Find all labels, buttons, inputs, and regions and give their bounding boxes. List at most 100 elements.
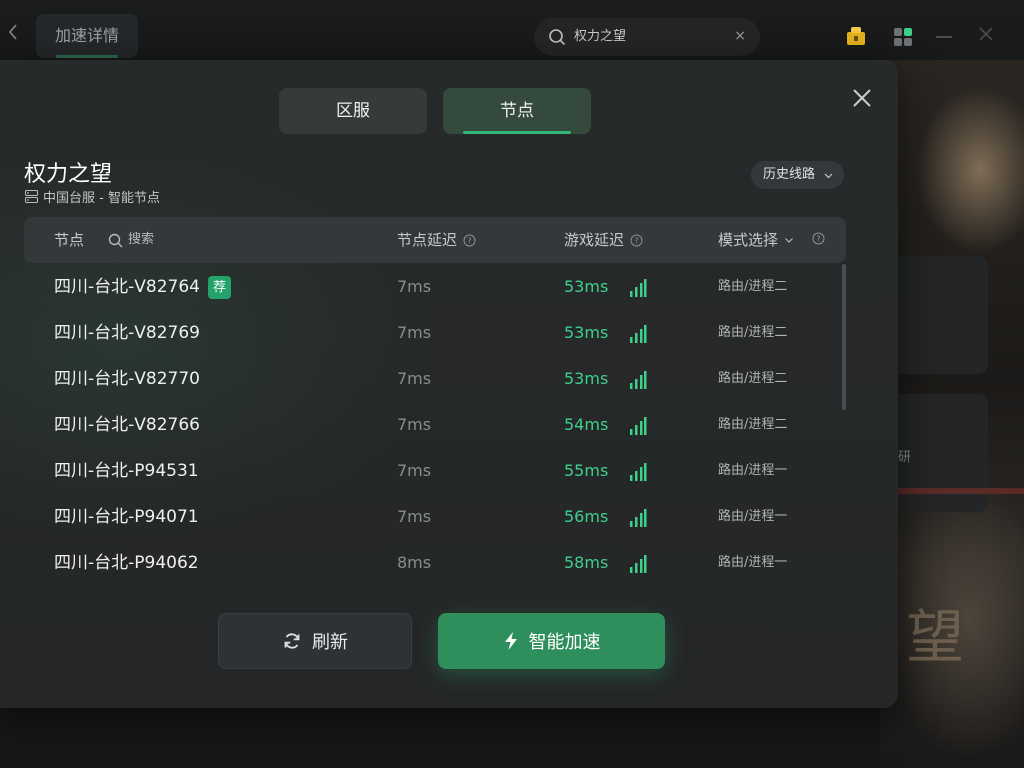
search-input[interactable]: 权力之望 × — [534, 18, 760, 56]
game-delay: 53ms — [564, 277, 609, 296]
clear-icon[interactable]: × — [734, 27, 746, 45]
game-title: 权力之望 — [24, 162, 113, 187]
tab-region-server[interactable]: 区服 — [279, 88, 427, 134]
node-delay: 8ms — [397, 553, 432, 572]
history-route-button[interactable]: 历史线路 — [751, 161, 844, 189]
back-button[interactable] — [6, 22, 22, 42]
close-icon[interactable] — [978, 26, 994, 42]
node-table-header: 节点 搜索 节点延迟 ? 游戏延迟 ? 模式选择 ? — [24, 217, 846, 263]
game-delay: 58ms — [564, 553, 609, 572]
node-name-cell: 四川-台北-V82769 — [54, 310, 200, 356]
node-name-cell: 四川-台北-P94531 — [54, 448, 199, 494]
node-name: 四川-台北-P94062 — [54, 553, 199, 573]
signal-icon — [630, 371, 647, 389]
node-list-scrollbar[interactable] — [842, 264, 846, 410]
smart-boost-label: 智能加速 — [528, 632, 601, 653]
header-game-delay-label: 游戏延迟 — [564, 231, 625, 249]
header-mode-label: 模式选择 — [718, 231, 779, 249]
minimize-icon[interactable] — [936, 36, 952, 38]
node-search-placeholder: 搜索 — [128, 232, 155, 247]
lightning-icon — [504, 632, 517, 650]
svg-text:?: ? — [816, 235, 820, 244]
node-delay: 7ms — [397, 461, 432, 480]
node-row[interactable]: 四川-台北-V82769 7ms 53ms 路由/进程二 — [24, 310, 836, 356]
gift-icon[interactable] — [845, 25, 867, 47]
tab-acceleration-details[interactable]: 加速详情 — [36, 14, 138, 58]
signal-icon — [630, 463, 647, 481]
signal-icon — [630, 555, 647, 573]
help-icon: ? — [812, 232, 825, 245]
game-delay: 54ms — [564, 415, 609, 434]
game-server-info: 中国台服 - 智能节点 — [24, 187, 160, 206]
signal-icon — [630, 417, 647, 435]
node-select-modal: 区服 节点 权力之望 中国台服 - 智能节点 历史线路 节点 搜索 节点延迟 ?… — [0, 60, 898, 708]
node-name: 四川-台北-V82764 — [54, 277, 200, 297]
game-delay: 53ms — [564, 323, 609, 342]
signal-icon — [630, 325, 647, 343]
background-partial-text: 研 — [898, 450, 912, 465]
history-route-label: 历史线路 — [763, 167, 816, 182]
node-row[interactable]: 四川-台北-V82770 7ms 53ms 路由/进程二 — [24, 356, 836, 402]
tab-node[interactable]: 节点 — [443, 88, 591, 134]
background-big-text: 望 — [906, 603, 965, 671]
header-node: 节点 — [54, 231, 85, 249]
node-name-cell: 四川-台北-V82770 — [54, 356, 200, 402]
mode-value: 路由/进程一 — [718, 555, 788, 570]
node-list: 四川-台北-V82764 荐 7ms 53ms 路由/进程二 四川-台北-V82… — [24, 264, 846, 586]
node-row[interactable]: 四川-台北-P94531 7ms 55ms 路由/进程一 — [24, 448, 836, 494]
node-name-cell: 四川-台北-V82766 — [54, 402, 200, 448]
node-name: 四川-台北-V82769 — [54, 323, 200, 343]
game-delay: 53ms — [564, 369, 609, 388]
chevron-down-icon — [824, 173, 833, 179]
node-row[interactable]: 四川-台北-P94062 8ms 58ms 路由/进程一 — [24, 540, 836, 586]
node-name-cell: 四川-台北-P94062 — [54, 540, 199, 586]
game-delay: 56ms — [564, 507, 609, 526]
node-name: 四川-台北-P94071 — [54, 507, 199, 527]
node-search-input[interactable]: 搜索 — [108, 217, 154, 263]
refresh-icon — [284, 633, 300, 649]
search-icon — [549, 29, 566, 46]
node-name-cell: 四川-台北-P94071 — [54, 494, 199, 540]
close-icon[interactable] — [852, 88, 872, 108]
node-delay: 7ms — [397, 369, 432, 388]
game-delay: 55ms — [564, 461, 609, 480]
chevron-down-icon — [785, 238, 793, 243]
svg-text:?: ? — [634, 236, 638, 245]
smart-boost-button[interactable]: 智能加速 — [438, 613, 665, 669]
game-sub-label: 中国台服 - 智能节点 — [43, 190, 160, 206]
mode-value: 路由/进程二 — [718, 325, 788, 340]
mode-value: 路由/进程二 — [718, 417, 788, 432]
mode-value: 路由/进程一 — [718, 463, 788, 478]
node-name: 四川-台北-P94531 — [54, 461, 199, 481]
grid-icon[interactable] — [893, 27, 913, 47]
node-name-cell: 四川-台北-V82764 荐 — [54, 264, 231, 310]
header-node-delay: 节点延迟 ? — [397, 217, 476, 263]
help-icon[interactable]: ? — [463, 234, 476, 247]
refresh-button[interactable]: 刷新 — [218, 613, 412, 669]
mode-value: 路由/进程一 — [718, 509, 788, 524]
node-row[interactable]: 四川-台北-V82766 7ms 54ms 路由/进程二 — [24, 402, 836, 448]
server-icon — [25, 189, 38, 203]
mode-value: 路由/进程二 — [718, 279, 788, 294]
help-icon[interactable]: ? — [630, 234, 643, 247]
back-icon — [8, 24, 17, 40]
header-node-delay-label: 节点延迟 — [397, 231, 458, 249]
search-icon — [108, 233, 123, 247]
node-delay: 7ms — [397, 323, 432, 342]
node-delay: 7ms — [397, 507, 432, 526]
node-delay: 7ms — [397, 277, 432, 296]
signal-icon — [630, 509, 647, 527]
node-delay: 7ms — [397, 415, 432, 434]
header-game-delay: 游戏延迟 ? — [564, 217, 643, 263]
node-row[interactable]: 四川-台北-P94071 7ms 56ms 路由/进程一 — [24, 494, 836, 540]
search-value: 权力之望 — [574, 29, 627, 44]
mode-value: 路由/进程二 — [718, 371, 788, 386]
node-name: 四川-台北-V82766 — [54, 415, 200, 435]
refresh-label: 刷新 — [312, 632, 348, 653]
top-bar: 加速详情 权力之望 × — [0, 0, 1024, 60]
mode-select-dropdown[interactable]: 模式选择 — [718, 217, 794, 263]
node-name: 四川-台北-V82770 — [54, 369, 200, 389]
node-row[interactable]: 四川-台北-V82764 荐 7ms 53ms 路由/进程二 — [24, 264, 836, 310]
mode-help[interactable]: ? — [812, 217, 825, 263]
signal-icon — [630, 279, 647, 297]
